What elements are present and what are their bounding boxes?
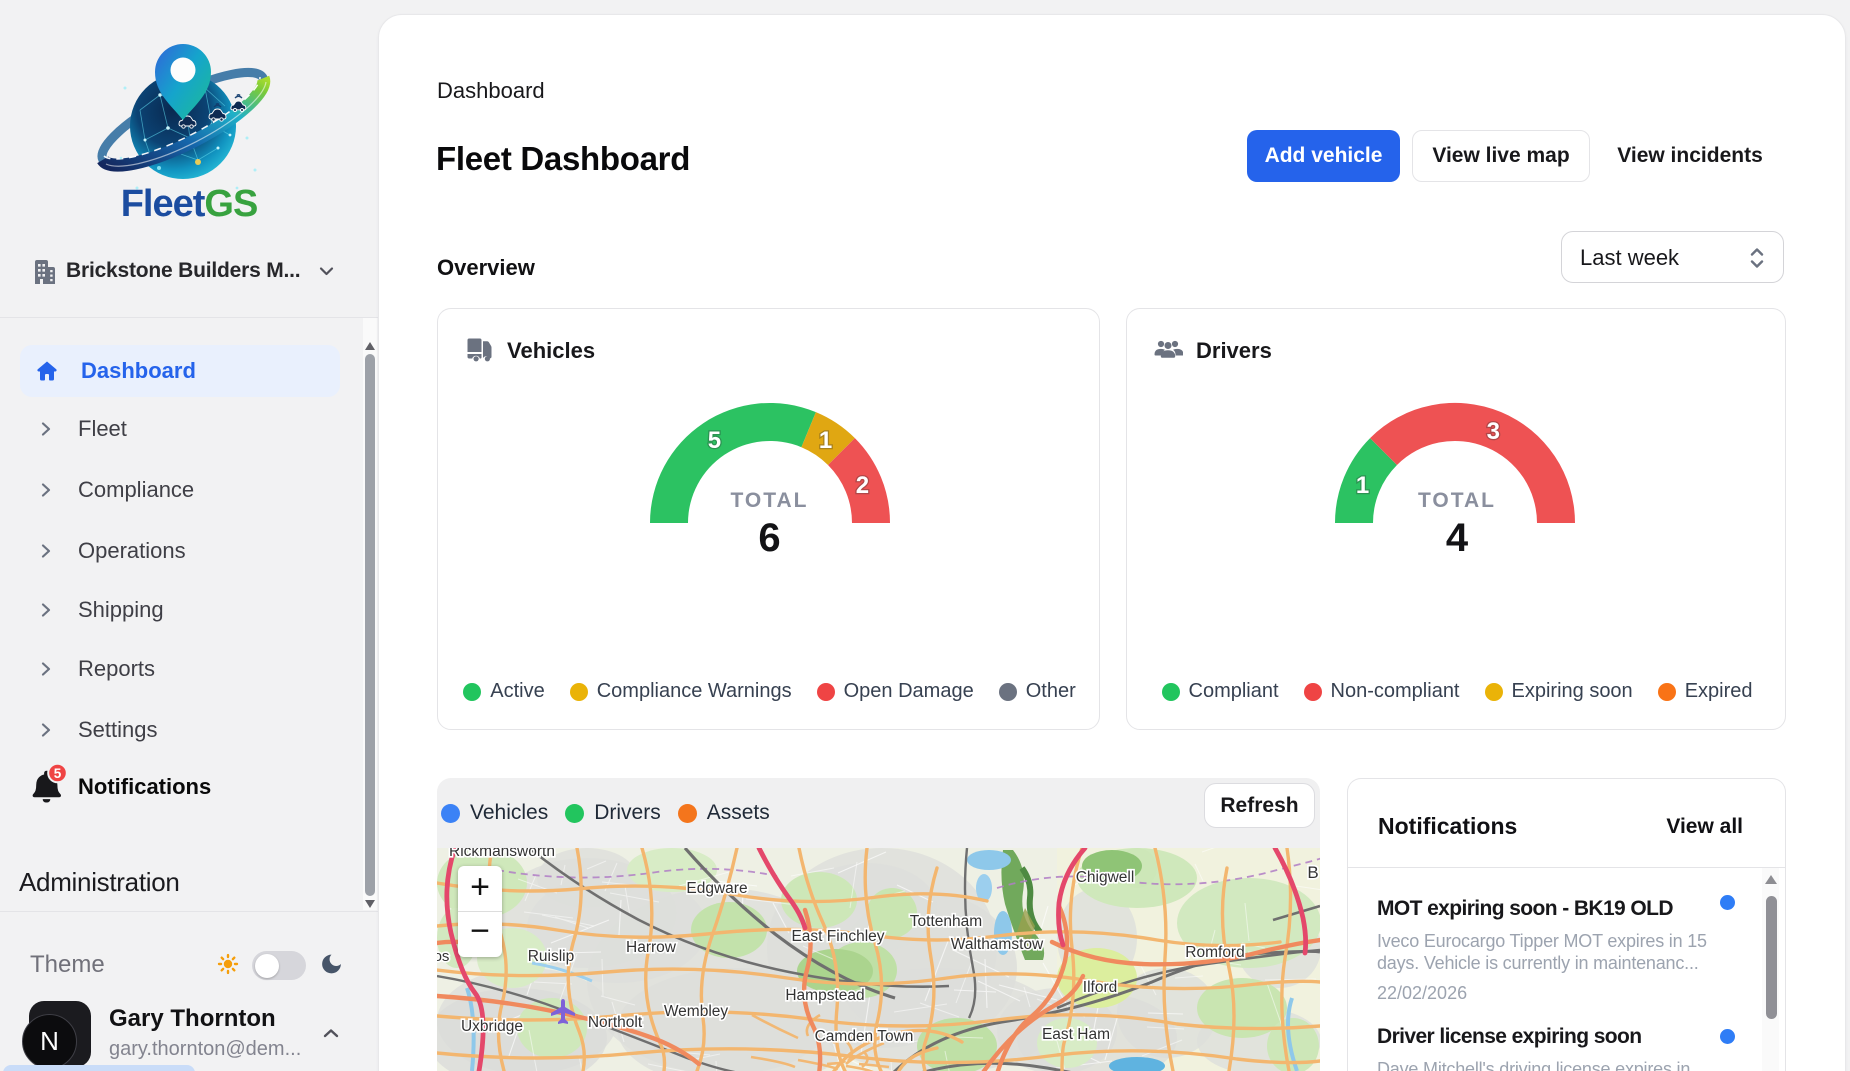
svg-text:Hampstead: Hampstead [785,987,864,1004]
svg-text:5: 5 [54,766,62,781]
svg-text:ros: ros [437,948,449,965]
svg-text:Chigwell: Chigwell [1076,869,1135,886]
svg-text:East Finchley: East Finchley [791,928,884,945]
svg-text:B: B [1307,863,1318,882]
svg-text:Northolt: Northolt [588,1014,643,1031]
svg-text:Edgware: Edgware [686,880,747,897]
svg-text:5: 5 [708,427,721,454]
svg-text:Camden Town: Camden Town [815,1028,914,1045]
svg-text:3: 3 [1487,418,1500,445]
svg-text:Ilford: Ilford [1083,979,1117,996]
svg-text:Harrow: Harrow [626,939,677,956]
svg-text:1: 1 [819,427,832,454]
svg-text:Wembley: Wembley [664,1003,729,1020]
svg-text:Tottenham: Tottenham [910,913,982,930]
svg-text:Ruislip: Ruislip [528,948,575,965]
svg-text:Uxbridge: Uxbridge [461,1018,523,1035]
svg-text:Romford: Romford [1185,944,1244,961]
svg-text:East Ham: East Ham [1042,1026,1110,1043]
svg-text:Rickmansworth: Rickmansworth [449,848,555,860]
svg-text:Walthamstow: Walthamstow [951,936,1044,953]
